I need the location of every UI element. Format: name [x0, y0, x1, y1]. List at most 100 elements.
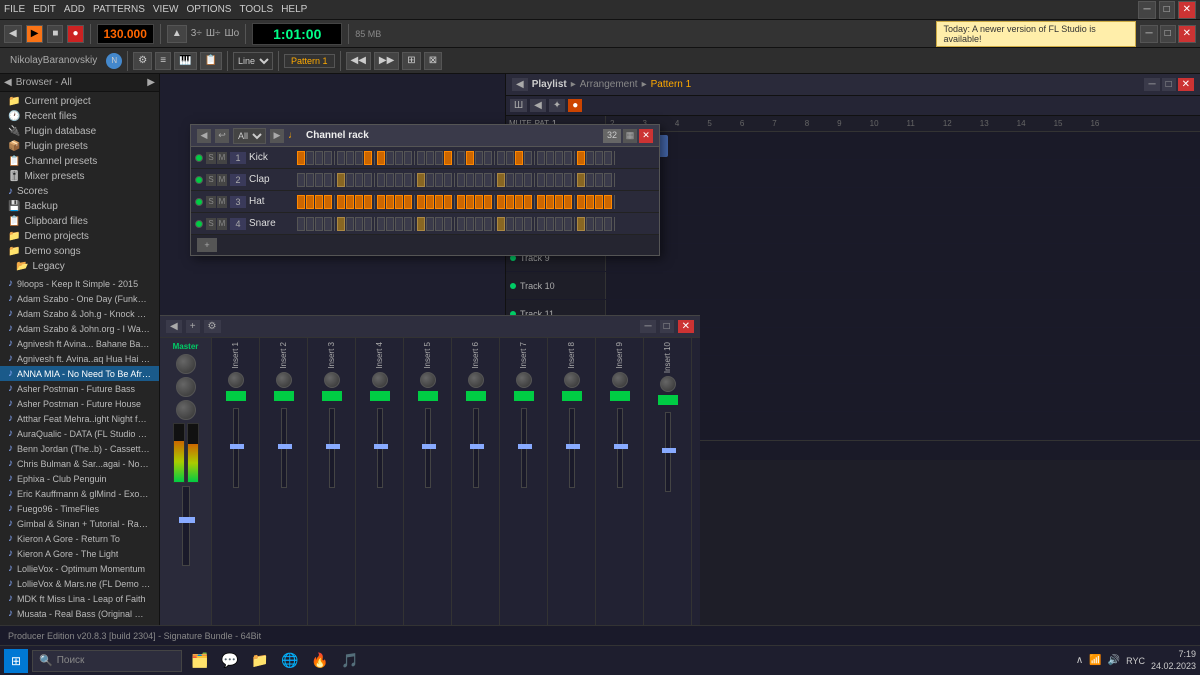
- playlist-minimize[interactable]: ─: [1144, 78, 1159, 91]
- master-fader-thumb[interactable]: [179, 517, 195, 523]
- insert-3-fader[interactable]: [326, 444, 340, 449]
- clap-pad-5[interactable]: [337, 173, 345, 187]
- snare-pad-9[interactable]: [377, 217, 385, 231]
- kick-led[interactable]: [195, 154, 203, 162]
- insert-5-active[interactable]: [418, 391, 438, 401]
- insert-1-active[interactable]: [226, 391, 246, 401]
- snare-pad-32[interactable]: [604, 217, 612, 231]
- sidebar-song-0[interactable]: ♪ 9loops - Keep It Simple - 2015: [0, 276, 159, 291]
- tb2-btn2[interactable]: ▶▶: [374, 52, 399, 70]
- snare-pad-11[interactable]: [395, 217, 403, 231]
- sidebar-song-21[interactable]: ♪ MDK ft Miss Lina - Leap of Faith: [0, 591, 159, 606]
- hat-led[interactable]: [195, 198, 203, 206]
- hat-pad-24[interactable]: [524, 195, 532, 209]
- snare-pad-17[interactable]: [457, 217, 465, 231]
- kick-pad-10[interactable]: [386, 151, 394, 165]
- snare-pad-26[interactable]: [546, 217, 554, 231]
- sidebar-forward[interactable]: ▶: [147, 77, 155, 88]
- playlist-btn[interactable]: 📋: [200, 52, 222, 70]
- start-button[interactable]: ⊞: [4, 649, 28, 673]
- snare-pad-7[interactable]: [355, 217, 363, 231]
- playlist-prev[interactable]: ◀: [512, 78, 528, 91]
- record-button[interactable]: ●: [67, 25, 83, 43]
- kick-pad-9[interactable]: [377, 151, 385, 165]
- snare-pad-8[interactable]: [364, 217, 372, 231]
- hat-pad-11[interactable]: [395, 195, 403, 209]
- insert-7-active[interactable]: [514, 391, 534, 401]
- clap-pad-1[interactable]: [297, 173, 305, 187]
- sidebar-item-plugin-db[interactable]: 🔌 Plugin database: [0, 124, 159, 139]
- clap-pad-23[interactable]: [515, 173, 523, 187]
- taskbar-item-3[interactable]: 📁: [246, 649, 274, 673]
- kick-pad-15[interactable]: [435, 151, 443, 165]
- kick-pad-8[interactable]: [364, 151, 372, 165]
- sidebar-back[interactable]: ◀: [4, 77, 12, 88]
- sidebar-song-16[interactable]: ♪ Gimbal & Sinan + Tutorial - RawFl: [0, 516, 159, 531]
- insert-3-knob[interactable]: [324, 372, 340, 388]
- snare-pad-15[interactable]: [435, 217, 443, 231]
- kick-pad-6[interactable]: [346, 151, 354, 165]
- track-grid-10[interactable]: [606, 272, 1200, 299]
- hat-pad-9[interactable]: [377, 195, 385, 209]
- menu-edit[interactable]: EDIT: [33, 4, 56, 15]
- clap-pad-30[interactable]: [586, 173, 594, 187]
- snare-pad-24[interactable]: [524, 217, 532, 231]
- insert-4-active[interactable]: [370, 391, 390, 401]
- insert-7-fader[interactable]: [518, 444, 532, 449]
- hat-pad-28[interactable]: [564, 195, 572, 209]
- piano-roll-btn[interactable]: 🎹: [174, 52, 196, 70]
- snare-pad-22[interactable]: [506, 217, 514, 231]
- menu-tools[interactable]: TOOLS: [239, 4, 273, 15]
- tb-btn-3[interactable]: ✕: [1178, 25, 1196, 43]
- sidebar-item-legacy[interactable]: 📂 Legacy: [0, 259, 159, 274]
- hat-pad-15[interactable]: [435, 195, 443, 209]
- beats-up[interactable]: ▲: [167, 25, 187, 43]
- insert-9-active[interactable]: [610, 391, 630, 401]
- clap-pad-29[interactable]: [577, 173, 585, 187]
- menu-help[interactable]: HELP: [281, 4, 307, 15]
- taskbar-item-1[interactable]: 🗂️: [186, 649, 214, 673]
- clap-pad-14[interactable]: [426, 173, 434, 187]
- pl-tool-1[interactable]: Ш: [510, 99, 527, 112]
- kick-pad-3[interactable]: [315, 151, 323, 165]
- clap-pad-12[interactable]: [404, 173, 412, 187]
- user-avatar[interactable]: N: [106, 53, 122, 69]
- insert-7-knob[interactable]: [516, 372, 532, 388]
- clap-pad-8[interactable]: [364, 173, 372, 187]
- clap-pad-20[interactable]: [484, 173, 492, 187]
- insert-4-knob[interactable]: [372, 372, 388, 388]
- cr-bars[interactable]: ▦: [623, 129, 637, 143]
- hat-pad-32[interactable]: [604, 195, 612, 209]
- menu-view[interactable]: VIEW: [153, 4, 179, 15]
- snare-pad-13[interactable]: [417, 217, 425, 231]
- hat-pad-10[interactable]: [386, 195, 394, 209]
- hat-pad-23[interactable]: [515, 195, 523, 209]
- sidebar-song-14[interactable]: ♪ Eric Kauffmann & glMind - Exoplanet: [0, 486, 159, 501]
- cr-undo[interactable]: ↩: [215, 129, 229, 143]
- kick-pad-4[interactable]: [324, 151, 332, 165]
- mixer-btn[interactable]: ≡: [155, 52, 171, 70]
- kick-pad-26[interactable]: [546, 151, 554, 165]
- snare-pad-2[interactable]: [306, 217, 314, 231]
- snare-pad-6[interactable]: [346, 217, 354, 231]
- sidebar-item-plugin-presets[interactable]: 📦 Plugin presets: [0, 139, 159, 154]
- insert-4-fader[interactable]: [374, 444, 388, 449]
- sidebar-item-demo-projects[interactable]: 📁 Demo projects: [0, 229, 159, 244]
- taskbar-item-6[interactable]: 🎵: [336, 649, 364, 673]
- insert-8-fader[interactable]: [566, 444, 580, 449]
- mixer-prev[interactable]: ◀: [166, 320, 182, 333]
- hat-pad-31[interactable]: [595, 195, 603, 209]
- hat-pad-5[interactable]: [337, 195, 345, 209]
- hat-pad-25[interactable]: [537, 195, 545, 209]
- clap-pad-10[interactable]: [386, 173, 394, 187]
- hat-pad-12[interactable]: [404, 195, 412, 209]
- menu-patterns[interactable]: PATTERNS: [93, 4, 145, 15]
- sidebar-song-13[interactable]: ♪ Ephixa - Club Penguin: [0, 471, 159, 486]
- kick-pad-23[interactable]: [515, 151, 523, 165]
- snare-pad-23[interactable]: [515, 217, 523, 231]
- clap-pad-15[interactable]: [435, 173, 443, 187]
- sidebar-song-1[interactable]: ♪ Adam Szabo - One Day (Funky Mix): [0, 291, 159, 306]
- sidebar-song-11[interactable]: ♪ Benn Jordan (The..b) - Cassette Cafe: [0, 441, 159, 456]
- hat-solo[interactable]: S: [206, 196, 216, 208]
- snare-pad-4[interactable]: [324, 217, 332, 231]
